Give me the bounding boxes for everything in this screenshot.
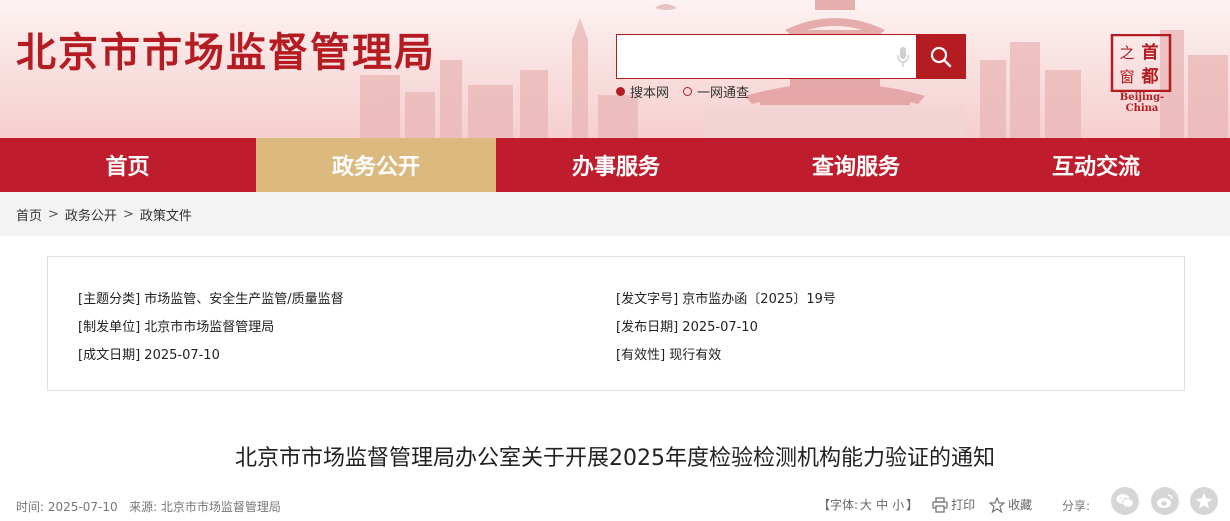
meta-created-date: [成文日期] 2025-07-10 [78, 344, 220, 363]
star-icon [989, 496, 1006, 513]
breadcrumb-separator: > [122, 206, 134, 222]
breadcrumb-home[interactable]: 首页 [16, 205, 42, 224]
logo-char-4: 窗 [1119, 68, 1134, 86]
nav-item-services[interactable]: 办事服务 [496, 138, 736, 192]
radio-selected-icon [616, 87, 625, 96]
breadcrumb: 首页 > 政务公开 > 政策文件 [0, 192, 1230, 236]
share-wechat-button[interactable] [1111, 487, 1139, 515]
search-input[interactable] [617, 35, 887, 78]
article-time: 时间: 2025-07-10 [16, 500, 118, 514]
share-weibo-button[interactable] [1151, 487, 1179, 515]
scope-radio-network[interactable]: 一网通查 [683, 82, 749, 101]
scope-label-network: 一网通查 [697, 86, 750, 101]
qzone-star-icon [1196, 493, 1212, 509]
article-tools: 【字体: 大 中 小 】 打印 收藏 [818, 496, 1032, 513]
font-size-large[interactable]: 大 [860, 496, 872, 513]
font-size-suffix: 】 [906, 498, 919, 512]
print-label: 打印 [951, 498, 976, 512]
logo-caption: Beijing-China [1119, 92, 1165, 114]
meta-publish-label: [发布日期] [616, 320, 679, 335]
meta-doc-no-value: 京市监办函〔2025〕19号 [682, 292, 836, 307]
main-nav: 首页 政务公开 办事服务 查询服务 互动交流 [0, 138, 1230, 192]
meta-validity-value: 现行有效 [669, 348, 722, 363]
logo-char-1: 首 [1142, 42, 1159, 63]
search-button[interactable] [916, 34, 966, 79]
favorite-button[interactable]: 收藏 [989, 496, 1032, 513]
meta-doc-no: [发文字号] 京市监办函〔2025〕19号 [616, 288, 836, 307]
meta-created-value: 2025-07-10 [144, 348, 220, 363]
font-size-small[interactable]: 小 [892, 496, 904, 513]
meta-topic-label: [主题分类] [78, 292, 141, 307]
meta-validity: [有效性] 现行有效 [616, 344, 721, 363]
search-scope: 搜本网 一网通查 [616, 82, 749, 101]
weibo-icon [1157, 494, 1173, 508]
capital-window-seal: 首 都 之 窗 [1110, 34, 1172, 92]
font-size-prefix: 【字体: [818, 498, 859, 512]
capital-window-logo[interactable]: 首 都 之 窗 Beijing-China [1106, 34, 1176, 114]
search-icon [930, 46, 952, 67]
meta-issuer-label: [制发单位] [78, 320, 141, 335]
wechat-icon [1116, 494, 1134, 508]
nav-item-query[interactable]: 查询服务 [736, 138, 976, 192]
printer-icon [932, 496, 948, 513]
meta-issuer-value: 北京市市场监督管理局 [144, 320, 275, 335]
meta-doc-no-label: [发文字号] [616, 292, 679, 307]
microphone-icon[interactable] [896, 46, 910, 68]
document-meta-box: [主题分类] 市场监管、安全生产监管/质量监督 [发文字号] 京市监办函〔202… [47, 256, 1185, 391]
meta-topic: [主题分类] 市场监管、安全生产监管/质量监督 [78, 288, 344, 307]
scope-radio-site[interactable]: 搜本网 [616, 82, 669, 101]
meta-publish-date: [发布日期] 2025-07-10 [616, 316, 758, 335]
article-title: 北京市市场监督管理局办公室关于开展2025年度检验检测机构能力验证的通知 [235, 446, 995, 471]
nav-item-gov-affairs[interactable]: 政务公开 [256, 138, 496, 192]
share-label: 分享: [1062, 499, 1091, 513]
scope-label-site: 搜本网 [630, 86, 670, 101]
font-size-medium[interactable]: 中 [876, 496, 888, 513]
site-title: 北京市市场监督管理局 [16, 30, 436, 76]
search-box [616, 34, 916, 79]
meta-validity-label: [有效性] [616, 348, 666, 363]
logo-char-3: 之 [1119, 44, 1134, 62]
radio-unselected-icon [683, 87, 693, 96]
breadcrumb-gov-affairs[interactable]: 政务公开 [65, 205, 117, 224]
article-info: 时间: 2025-07-10 来源: 北京市市场监督管理局 [16, 498, 281, 515]
site-header: 北京市市场监督管理局 搜本网 一网通查 首 都 之 窗 Beijing-Chin… [0, 0, 1230, 138]
breadcrumb-separator: > [48, 206, 59, 222]
share-qzone-button[interactable] [1190, 487, 1218, 515]
breadcrumb-policy-docs[interactable]: 政策文件 [140, 205, 192, 224]
meta-created-label: [成文日期] [78, 348, 141, 363]
article-source: 来源: 北京市市场监督管理局 [129, 500, 281, 514]
print-button[interactable]: 打印 [932, 496, 975, 513]
meta-publish-value: 2025-07-10 [682, 320, 758, 335]
nav-item-interaction[interactable]: 互动交流 [976, 138, 1216, 192]
meta-issuer: [制发单位] 北京市市场监督管理局 [78, 316, 274, 335]
meta-topic-value: 市场监管、安全生产监管/质量监督 [144, 292, 344, 307]
nav-item-home[interactable]: 首页 [0, 138, 255, 192]
logo-char-2: 都 [1141, 66, 1159, 87]
favorite-label: 收藏 [1008, 498, 1033, 512]
